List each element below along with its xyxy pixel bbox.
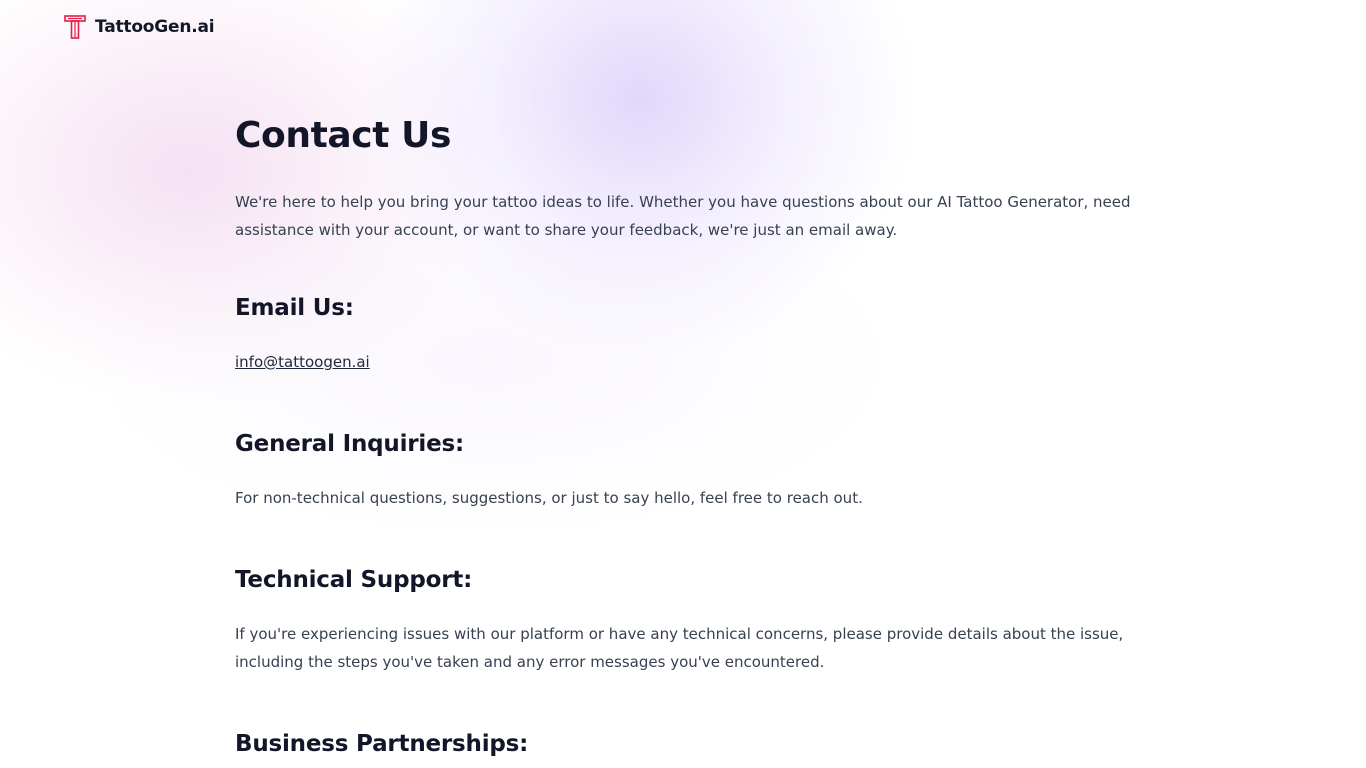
site-header: TattooGen.ai	[64, 15, 215, 39]
page-title: Contact Us	[235, 115, 452, 156]
general-inquiries-text: For non-technical questions, suggestions…	[235, 489, 863, 507]
general-inquiries-heading: General Inquiries:	[235, 431, 464, 457]
tattoo-t-logo-icon[interactable]	[64, 15, 86, 39]
business-partnerships-section: Business Partnerships:	[235, 728, 1135, 760]
business-partnerships-heading: Business Partnerships:	[235, 731, 529, 757]
email-link-row: info@tattoogen.ai	[235, 348, 1135, 376]
email-heading: Email Us:	[235, 295, 354, 321]
intro-text: We're here to help you bring your tattoo…	[235, 193, 1131, 239]
main-content: Contact Us We're here to help you bring …	[235, 108, 1135, 760]
technical-support-text: If you're experiencing issues with our p…	[235, 625, 1124, 671]
technical-support-section: Technical Support: If you're experiencin…	[235, 564, 1135, 676]
technical-support-heading: Technical Support:	[235, 567, 473, 593]
general-inquiries-section: General Inquiries: For non-technical que…	[235, 428, 1135, 512]
contact-page: TattooGen.ai Contact Us We're here to he…	[0, 0, 1366, 768]
brand-home-link[interactable]: TattooGen.ai	[95, 17, 215, 37]
email-link[interactable]: info@tattoogen.ai	[235, 353, 370, 371]
email-section: Email Us: info@tattoogen.ai	[235, 292, 1135, 376]
